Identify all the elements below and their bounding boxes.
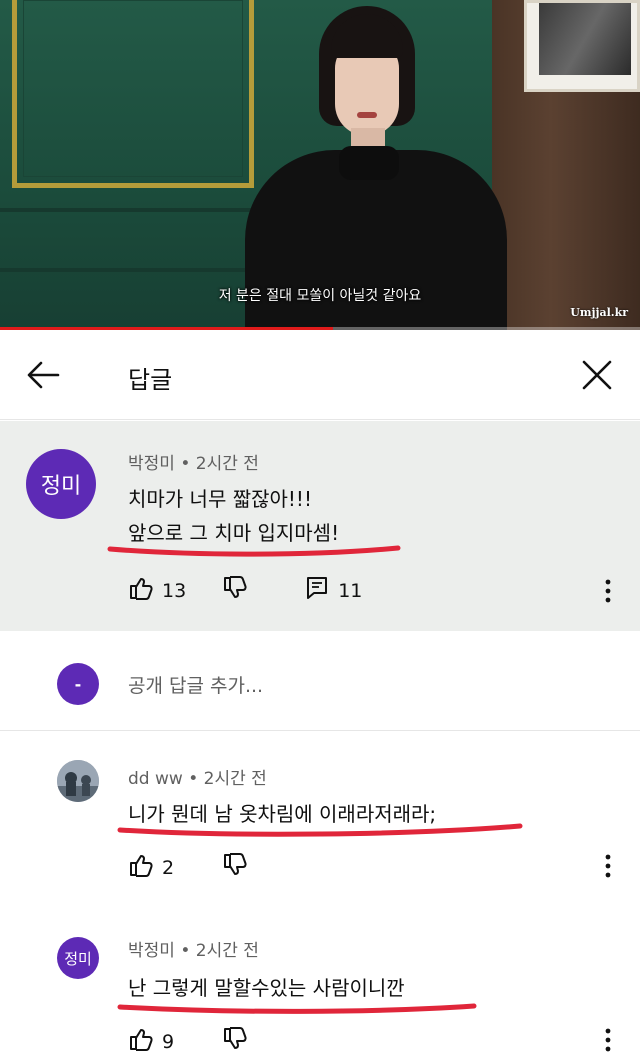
- close-icon: [582, 360, 612, 390]
- add-reply-row[interactable]: - 공개 답글 추가...: [0, 631, 640, 731]
- like-count: 9: [162, 1030, 175, 1053]
- thumbs-down-icon[interactable]: [222, 575, 248, 606]
- avatar[interactable]: [57, 760, 99, 802]
- close-button[interactable]: [576, 354, 618, 396]
- main-comment: 정미 박정미 • 2시간 전 치마가 너무 짧잖아!!! 앞으로 그 치마 입지…: [0, 421, 640, 631]
- thumbs-up-icon[interactable]: [128, 852, 154, 883]
- thumbs-down-icon[interactable]: [222, 852, 248, 883]
- back-button[interactable]: [22, 354, 64, 396]
- red-underline: [117, 823, 523, 837]
- thumbs-up-icon[interactable]: [128, 575, 154, 606]
- arrow-left-icon: [27, 361, 60, 389]
- comment-meta: 박정미 • 2시간 전: [128, 454, 259, 474]
- thumbs-down-icon[interactable]: [222, 1026, 248, 1055]
- reply-item: 정미 박정미 • 2시간 전 난 그렇게 말할수있는 사람이니깐 9: [0, 912, 640, 1055]
- reply-input[interactable]: 공개 답글 추가...: [128, 671, 263, 698]
- like-count: 13: [162, 579, 187, 602]
- thumbs-up-icon[interactable]: [128, 1026, 154, 1055]
- comment-author[interactable]: 박정미: [128, 941, 175, 961]
- more-options-icon[interactable]: [603, 577, 613, 605]
- video-player[interactable]: 저 분은 절대 모쏠이 아닐것 같아요 Umjjal.kr: [0, 0, 640, 330]
- red-underline: [107, 545, 401, 557]
- avatar[interactable]: 정미: [26, 449, 96, 519]
- video-picture-frame: [524, 0, 640, 92]
- video-subtitle: 저 분은 절대 모쏠이 아닐것 같아요: [218, 288, 422, 304]
- comment-meta: dd ww • 2시간 전: [128, 769, 267, 789]
- more-options-icon[interactable]: [603, 852, 613, 880]
- current-user-avatar: -: [57, 663, 99, 705]
- video-person: [243, 0, 523, 330]
- reply-icon[interactable]: [304, 575, 330, 606]
- comment-author[interactable]: dd ww: [128, 769, 183, 789]
- like-count: 2: [162, 856, 175, 879]
- comment-actions: 13 11: [128, 575, 362, 606]
- comment-time: 2시간 전: [195, 941, 259, 961]
- comment-actions: 9: [128, 1026, 248, 1055]
- page-title: 답글: [128, 366, 173, 394]
- replies-header: 답글: [0, 330, 640, 420]
- avatar-photo-icon: [57, 760, 99, 802]
- comment-time: 2시간 전: [203, 769, 267, 789]
- comment-author[interactable]: 박정미: [128, 454, 175, 474]
- comment-time: 2시간 전: [195, 454, 259, 474]
- avatar[interactable]: 정미: [57, 937, 99, 979]
- red-underline: [117, 1003, 477, 1014]
- video-wall-panel: [12, 0, 254, 188]
- reply-item: dd ww • 2시간 전 니가 뭔데 남 옷차림에 이래라저래라; 2: [0, 732, 640, 912]
- comment-text-line-1: 치마가 너무 짧잖아!!!: [128, 487, 312, 511]
- more-options-icon[interactable]: [603, 1026, 613, 1054]
- video-watermark: Umjjal.kr: [570, 306, 628, 319]
- comment-text: 난 그렇게 말할수있는 사람이니깐: [128, 976, 405, 1000]
- comment-meta: 박정미 • 2시간 전: [128, 941, 259, 961]
- comment-actions: 2: [128, 852, 248, 883]
- reply-count: 11: [338, 579, 363, 602]
